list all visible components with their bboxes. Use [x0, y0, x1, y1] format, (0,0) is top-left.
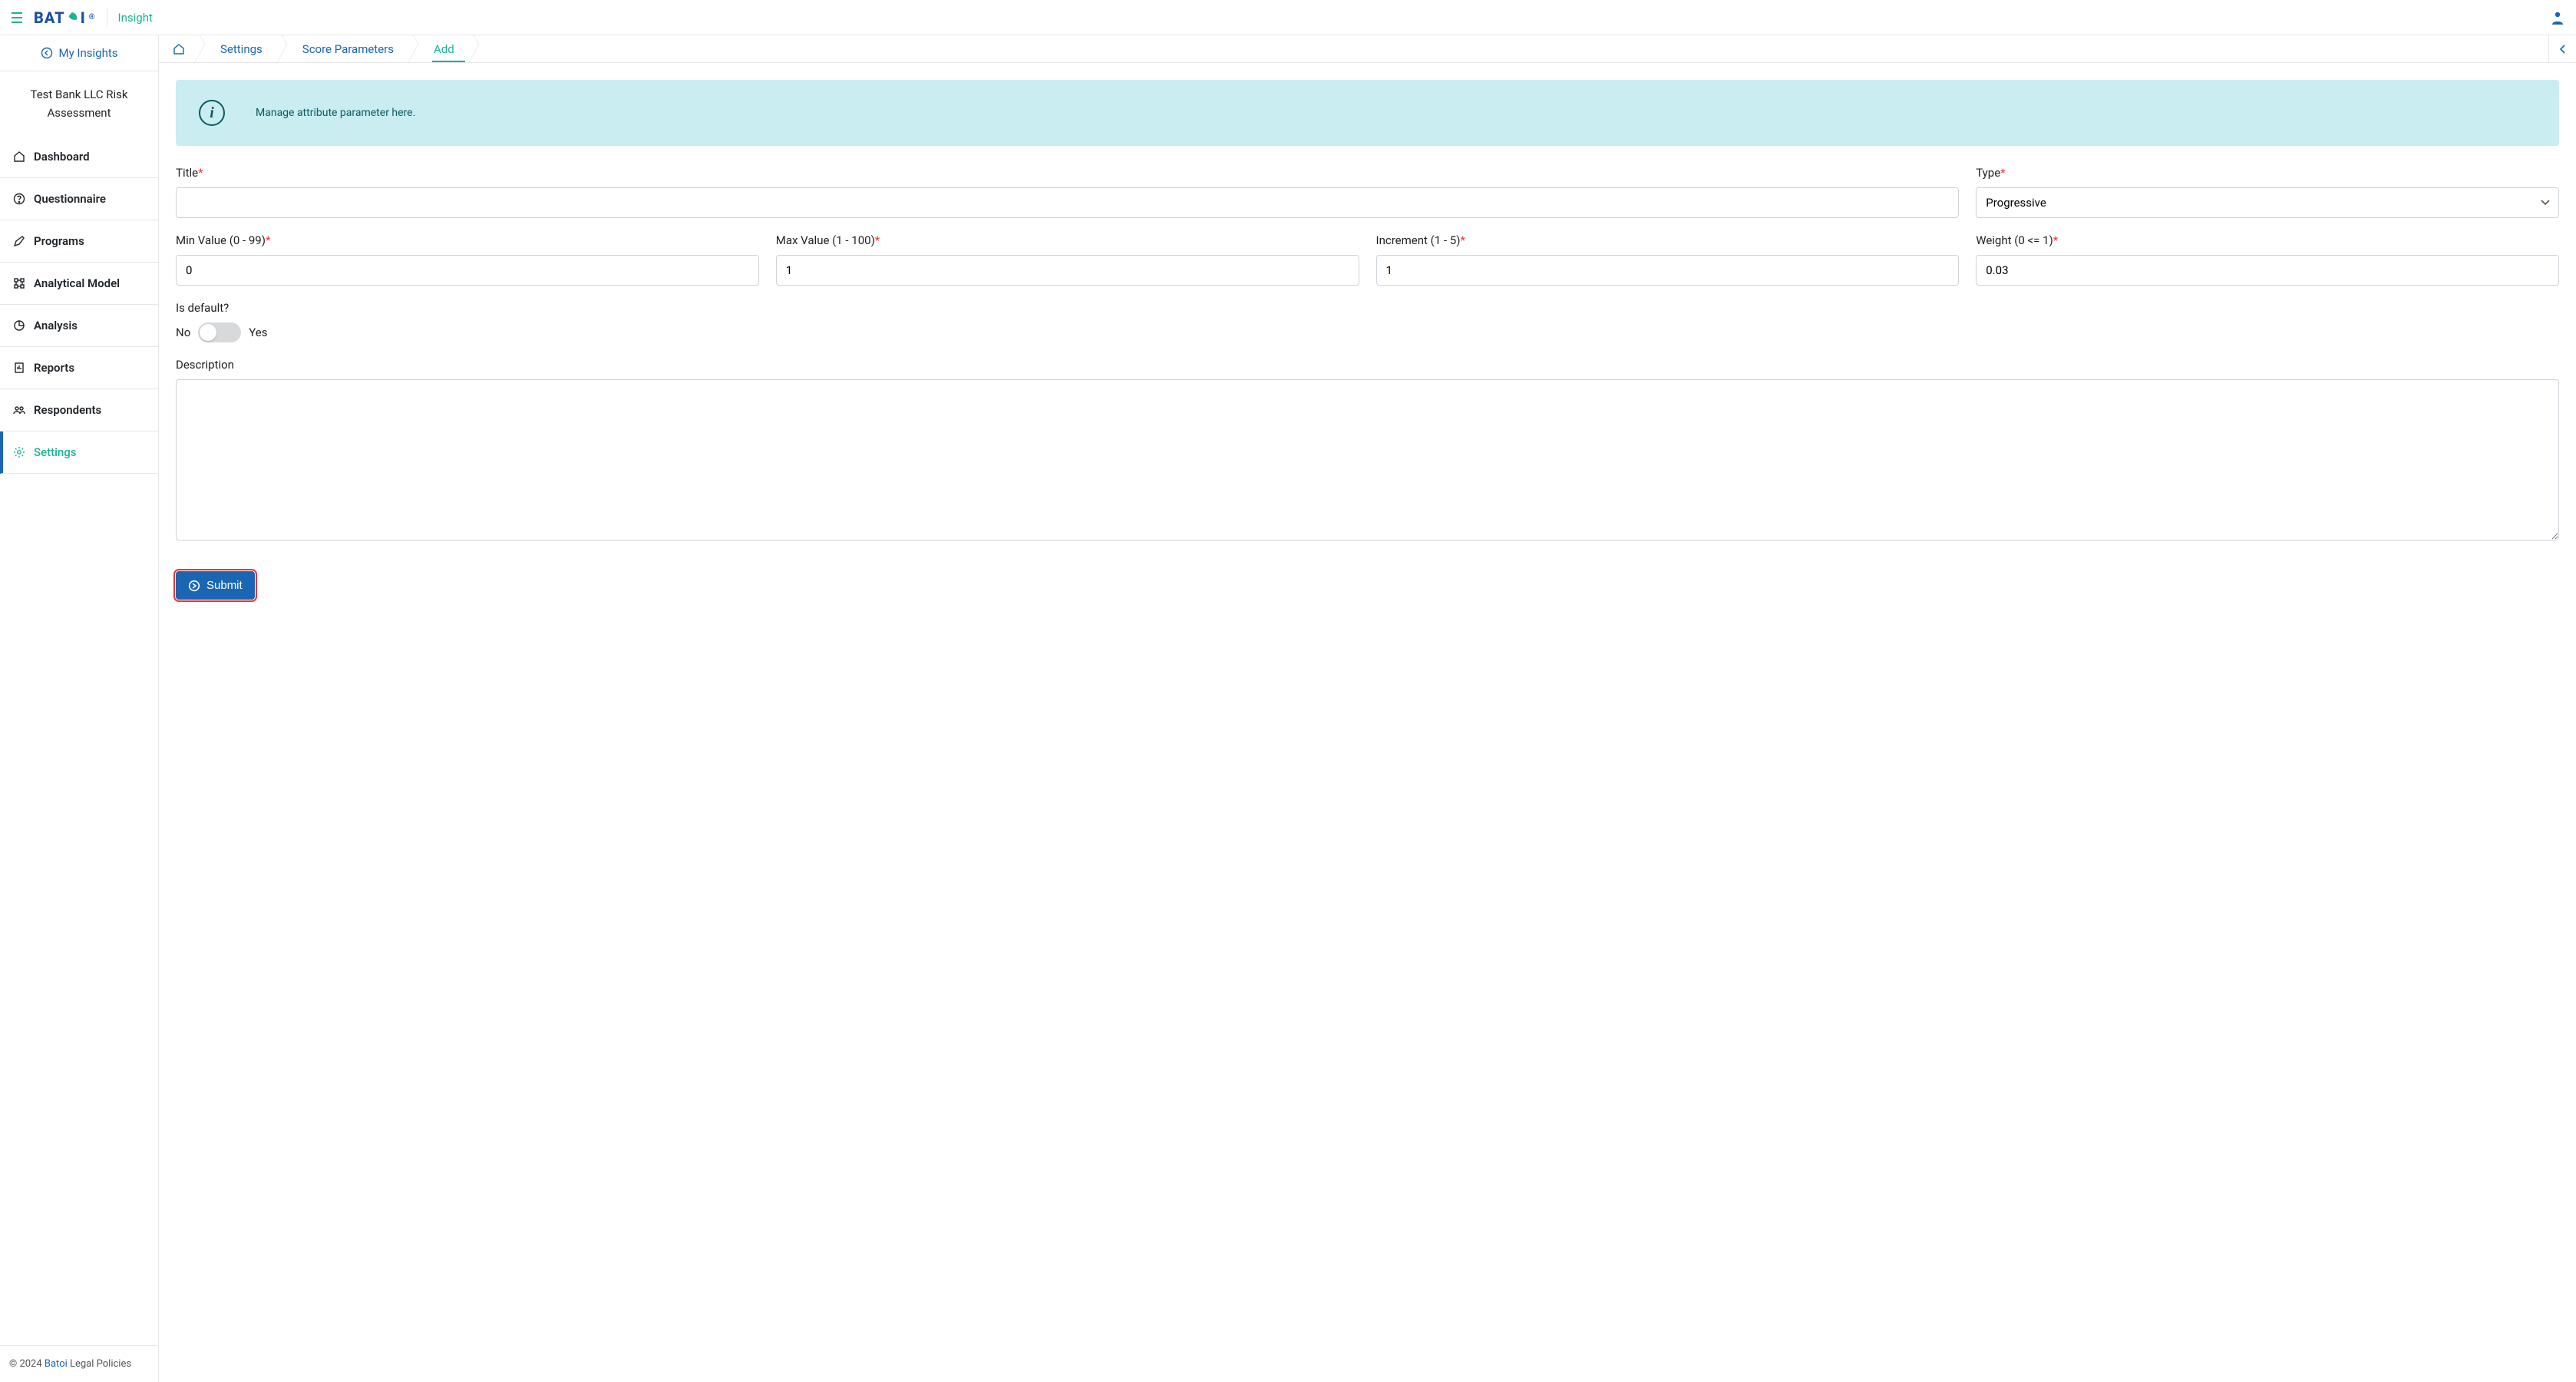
submit-button[interactable]: Submit	[176, 571, 255, 600]
weight-input[interactable]	[1976, 255, 2559, 286]
sidebar-item-respondents[interactable]: Respondents	[0, 389, 158, 431]
sidebar-item-reports[interactable]: Reports	[0, 347, 158, 389]
label-text: Title	[176, 166, 198, 180]
chevron-left-icon	[2559, 45, 2567, 54]
breadcrumb-label: Score Parameters	[302, 42, 394, 56]
weight-label: Weight (0 <= 1)*	[1976, 233, 2559, 247]
logo-text-2: I	[81, 8, 86, 27]
increment-input[interactable]	[1376, 255, 1960, 286]
user-avatar-icon[interactable]	[2550, 10, 2565, 25]
gear-icon	[12, 446, 26, 458]
type-select[interactable]: Progressive	[1976, 187, 2559, 218]
min-value-input[interactable]	[176, 255, 759, 286]
label-text: Type	[1976, 166, 2000, 180]
breadcrumb-settings[interactable]: Settings	[197, 35, 279, 62]
info-text: Manage attribute parameter here.	[256, 107, 415, 119]
label-text: Weight (0 <= 1)	[1976, 233, 2053, 247]
breadcrumb-home[interactable]	[159, 35, 197, 62]
back-arrow-icon	[41, 47, 53, 59]
my-insights-label: My Insights	[59, 46, 118, 60]
policies-text: Legal Policies	[68, 1358, 131, 1370]
is-default-label: Is default?	[176, 301, 2559, 315]
required-mark: *	[2053, 233, 2058, 247]
required-mark: *	[1460, 233, 1465, 247]
label-text: Min Value (0 - 99)	[176, 233, 266, 247]
report-icon	[12, 362, 26, 374]
toggle-knob	[200, 324, 216, 341]
sidebar-item-dashboard[interactable]: Dashboard	[0, 136, 158, 178]
pen-icon	[12, 235, 26, 247]
home-icon	[12, 150, 26, 163]
is-default-toggle[interactable]	[198, 322, 241, 342]
breadcrumb-add[interactable]: Add	[411, 35, 471, 62]
required-mark: *	[266, 233, 270, 247]
breadcrumb-label: Add	[434, 42, 454, 56]
app-header: BAT I® Insight	[0, 0, 2576, 35]
increment-label: Increment (1 - 5)*	[1376, 233, 1960, 247]
form: Title* Type* Progressive Min Value (0 - …	[176, 166, 2559, 600]
breadcrumb-score-parameters[interactable]: Score Parameters	[279, 35, 411, 62]
sidebar: My Insights Test Bank LLC Risk Assessmen…	[0, 35, 159, 1382]
sidebar-footer: © 2024 Batoi Legal Policies	[0, 1345, 158, 1382]
required-mark: *	[198, 166, 203, 180]
sidebar-item-analytical-model[interactable]: Analytical Model	[0, 263, 158, 305]
toggle-yes-label: Yes	[249, 326, 267, 339]
question-icon	[12, 193, 26, 205]
arrow-right-circle-icon	[188, 580, 200, 592]
required-mark: *	[2000, 166, 2005, 180]
toggle-no-label: No	[176, 326, 190, 339]
type-label: Type*	[1976, 166, 2559, 180]
submit-label: Submit	[206, 579, 243, 592]
model-icon	[12, 277, 26, 289]
description-label: Description	[176, 358, 2559, 372]
sidebar-item-label: Programs	[34, 234, 84, 248]
sidebar-item-programs[interactable]: Programs	[0, 220, 158, 263]
sidebar-nav: Dashboard Questionnaire Programs Analyti…	[0, 136, 158, 1345]
sidebar-item-label: Analysis	[34, 319, 78, 332]
max-value-input[interactable]	[776, 255, 1359, 286]
menu-icon[interactable]	[11, 12, 23, 23]
info-box: i Manage attribute parameter here.	[176, 80, 2559, 146]
required-mark: *	[875, 233, 880, 247]
main: Settings Score Parameters Add i Manage a…	[159, 35, 2576, 1382]
sidebar-item-label: Respondents	[34, 403, 101, 417]
logo-leaf-icon	[65, 10, 80, 25]
breadcrumb-collapse-button[interactable]	[2548, 35, 2576, 62]
breadcrumb-bar: Settings Score Parameters Add	[159, 35, 2576, 63]
label-text: Max Value (1 - 100)	[776, 233, 875, 247]
label-text: Increment (1 - 5)	[1376, 233, 1461, 247]
pie-icon	[12, 319, 26, 332]
info-icon: i	[199, 100, 225, 126]
sidebar-item-label: Questionnaire	[34, 192, 106, 206]
sidebar-item-label: Reports	[34, 361, 74, 375]
logo-text-1: BAT	[34, 8, 65, 27]
sidebar-item-label: Dashboard	[34, 150, 90, 164]
home-icon	[173, 43, 185, 55]
project-title: Test Bank LLC Risk Assessment	[0, 71, 158, 136]
title-input[interactable]	[176, 187, 1959, 218]
logo[interactable]: BAT I®	[34, 8, 96, 27]
my-insights-link[interactable]: My Insights	[0, 35, 158, 71]
product-name[interactable]: Insight	[118, 11, 153, 25]
logo-registered: ®	[89, 13, 96, 21]
sidebar-item-label: Analytical Model	[34, 276, 120, 290]
description-textarea[interactable]	[176, 379, 2559, 541]
min-value-label: Min Value (0 - 99)*	[176, 233, 759, 247]
sidebar-item-questionnaire[interactable]: Questionnaire	[0, 178, 158, 220]
copyright-text: © 2024	[9, 1358, 45, 1370]
users-icon	[12, 404, 26, 416]
header-left: BAT I® Insight	[11, 8, 153, 27]
max-value-label: Max Value (1 - 100)*	[776, 233, 1359, 247]
brand-link[interactable]: Batoi	[45, 1358, 68, 1370]
sidebar-item-analysis[interactable]: Analysis	[0, 305, 158, 347]
content: i Manage attribute parameter here. Title…	[159, 63, 2576, 1382]
breadcrumb-label: Settings	[220, 42, 263, 56]
title-label: Title*	[176, 166, 1959, 180]
sidebar-item-label: Settings	[34, 445, 77, 459]
sidebar-item-settings[interactable]: Settings	[0, 431, 158, 474]
